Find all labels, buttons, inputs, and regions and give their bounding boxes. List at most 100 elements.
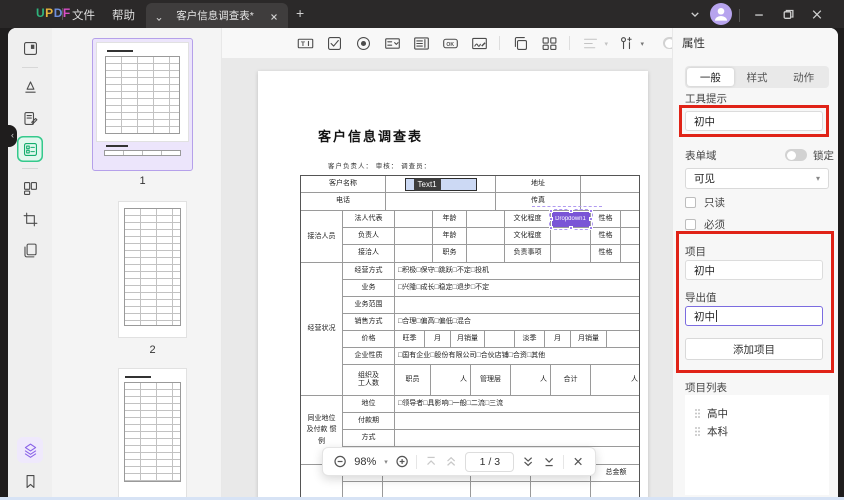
table-cell: 职务 bbox=[433, 245, 467, 262]
selection-handle[interactable] bbox=[548, 208, 553, 213]
export-value-label: 导出值 bbox=[685, 292, 717, 304]
tab-style[interactable]: 样式 bbox=[734, 68, 781, 86]
export-value-input[interactable]: 初中 bbox=[685, 306, 823, 326]
tooltip-input[interactable]: 初中 bbox=[685, 111, 823, 131]
table-cell: 负责事项 bbox=[505, 245, 551, 262]
tab-action[interactable]: 动作 bbox=[780, 68, 827, 86]
required-label: 必须 bbox=[704, 219, 725, 231]
page-thumbnail-2[interactable] bbox=[118, 201, 187, 338]
sidebar-item-organize-pages[interactable] bbox=[17, 175, 43, 201]
table-row: 组织及 工人数 职员人管理层人合计人 bbox=[343, 365, 639, 395]
selection-handle[interactable] bbox=[588, 208, 593, 213]
table-section: 经营状况 经营方式 □积极□保守□跳跃□不定□投机 业务 □兴隆□成长□稳定□退步□不定… bbox=[301, 263, 639, 396]
text1-form-field[interactable]: Text1 bbox=[404, 177, 477, 191]
selection-handle[interactable] bbox=[548, 225, 553, 230]
item-list-entry[interactable]: 本科 bbox=[693, 422, 821, 440]
tool-layout-button[interactable] bbox=[538, 32, 560, 54]
tool-duplicate-button[interactable] bbox=[509, 32, 531, 54]
table-cell: 价格 bbox=[343, 331, 395, 347]
page-thumbnail-3[interactable] bbox=[118, 368, 187, 500]
selection-handle[interactable] bbox=[588, 217, 593, 221]
selection-handle[interactable] bbox=[568, 208, 573, 213]
tool-text-field-button[interactable]: T bbox=[294, 32, 316, 54]
selection-handle[interactable] bbox=[568, 225, 573, 230]
text-field-icon: T bbox=[297, 35, 314, 52]
sidebar-item-comment[interactable] bbox=[17, 74, 43, 100]
add-item-button[interactable]: 添加项目 bbox=[685, 338, 823, 360]
item-list-entry[interactable]: 高中 bbox=[693, 404, 821, 422]
drag-handle-icon[interactable] bbox=[695, 427, 697, 429]
selection-handle[interactable] bbox=[588, 225, 593, 230]
zoom-dropdown-caret-icon[interactable]: ▾ bbox=[384, 458, 388, 466]
page-navigation-bar: 98% ▾ 1 / 3 bbox=[322, 447, 596, 476]
tool-align-button[interactable]: ▾ bbox=[579, 32, 608, 54]
dropdown1-form-field[interactable]: Dropdown1 bbox=[531, 205, 602, 230]
tool-list-box-button[interactable] bbox=[410, 32, 432, 54]
tool-signature-field-button[interactable] bbox=[468, 32, 490, 54]
maximize-icon[interactable] bbox=[781, 8, 795, 21]
close-navbar-icon[interactable] bbox=[572, 455, 584, 468]
sidebar-item-ai-assistant[interactable] bbox=[17, 437, 43, 463]
checkbox-icon bbox=[326, 35, 343, 52]
table-cell bbox=[395, 211, 433, 227]
page-thumbnail-1[interactable] bbox=[92, 38, 193, 171]
menu-file[interactable]: 文件 bbox=[72, 7, 95, 23]
tab-chevron-down-icon[interactable] bbox=[154, 11, 164, 21]
lock-toggle[interactable] bbox=[785, 149, 807, 161]
previous-page-icon[interactable] bbox=[445, 455, 457, 468]
tooltip-label: 工具提示 bbox=[685, 93, 727, 105]
tool-push-button-button[interactable]: OK bbox=[439, 32, 461, 54]
navbar-divider bbox=[562, 454, 564, 469]
table-cell bbox=[395, 413, 641, 429]
tool-tools-button[interactable]: ▾ bbox=[615, 32, 644, 54]
zoom-level[interactable]: 98% bbox=[354, 456, 376, 468]
svg-text:OK: OK bbox=[446, 41, 454, 47]
tab-close-icon[interactable] bbox=[268, 10, 280, 22]
new-tab-button[interactable]: + bbox=[296, 5, 304, 21]
visibility-select[interactable]: 可见 ▾ bbox=[685, 168, 829, 189]
document-tab[interactable]: 客户信息调查表* bbox=[146, 3, 288, 28]
table-cell: 负责人 bbox=[343, 228, 395, 244]
zoom-in-icon[interactable] bbox=[396, 455, 408, 468]
item-list-entry-label: 高中 bbox=[707, 407, 728, 420]
table-group-label: 接洽人员 bbox=[301, 211, 343, 262]
user-avatar[interactable] bbox=[710, 3, 732, 25]
tab-general[interactable]: 一般 bbox=[687, 68, 734, 86]
sidebar-item-form[interactable] bbox=[17, 136, 43, 162]
tool-radio-button-button[interactable] bbox=[352, 32, 374, 54]
dropdown1-field-name: Dropdown1 bbox=[555, 215, 586, 222]
item-input[interactable]: 初中 bbox=[685, 260, 823, 280]
menu-help[interactable]: 帮助 bbox=[112, 7, 135, 23]
drag-handle-icon[interactable] bbox=[695, 409, 697, 411]
sidebar-item-crop[interactable] bbox=[17, 206, 43, 232]
readonly-checkbox[interactable] bbox=[685, 197, 696, 208]
sidebar-item-convert[interactable] bbox=[17, 237, 43, 263]
push-button-icon: OK bbox=[442, 35, 459, 52]
pdf-page[interactable]: 客户信息调查表 客户负责人： 审核： 调查员： 客户名称 Text1 地址 电话 传真接… bbox=[258, 71, 648, 500]
zoom-out-icon[interactable] bbox=[334, 455, 346, 468]
table-cell: 法人代表 bbox=[343, 211, 395, 227]
caret-down-icon: ▾ bbox=[640, 41, 644, 48]
last-page-icon[interactable] bbox=[543, 455, 555, 468]
table-cell: 年龄 bbox=[433, 228, 467, 244]
dropdown1-form-field-cell: Dropdown1 bbox=[531, 205, 602, 230]
table-cell bbox=[383, 482, 471, 498]
sidebar-item-reader[interactable] bbox=[17, 35, 43, 61]
first-page-icon[interactable] bbox=[425, 455, 437, 468]
page-indicator[interactable]: 1 / 3 bbox=[465, 451, 515, 472]
required-checkbox[interactable] bbox=[685, 219, 696, 230]
sidebar-item-edit[interactable] bbox=[17, 105, 43, 131]
minimize-icon[interactable] bbox=[752, 8, 766, 21]
updf-logo[interactable]: UPDF bbox=[36, 6, 71, 20]
radio-button-icon bbox=[355, 35, 372, 52]
sidebar-item-bookmark[interactable] bbox=[17, 468, 43, 494]
close-icon[interactable] bbox=[810, 8, 824, 21]
tool-dropdown-button[interactable] bbox=[381, 32, 403, 54]
titlebar-chevron-down-icon[interactable] bbox=[688, 8, 702, 21]
align-icon bbox=[582, 35, 599, 52]
selection-handle[interactable] bbox=[548, 217, 553, 221]
next-page-icon[interactable] bbox=[522, 455, 534, 468]
required-row: 必须 bbox=[685, 217, 725, 232]
text1-field-name-badge: Text1 bbox=[413, 177, 441, 191]
tool-checkbox-button[interactable] bbox=[323, 32, 345, 54]
